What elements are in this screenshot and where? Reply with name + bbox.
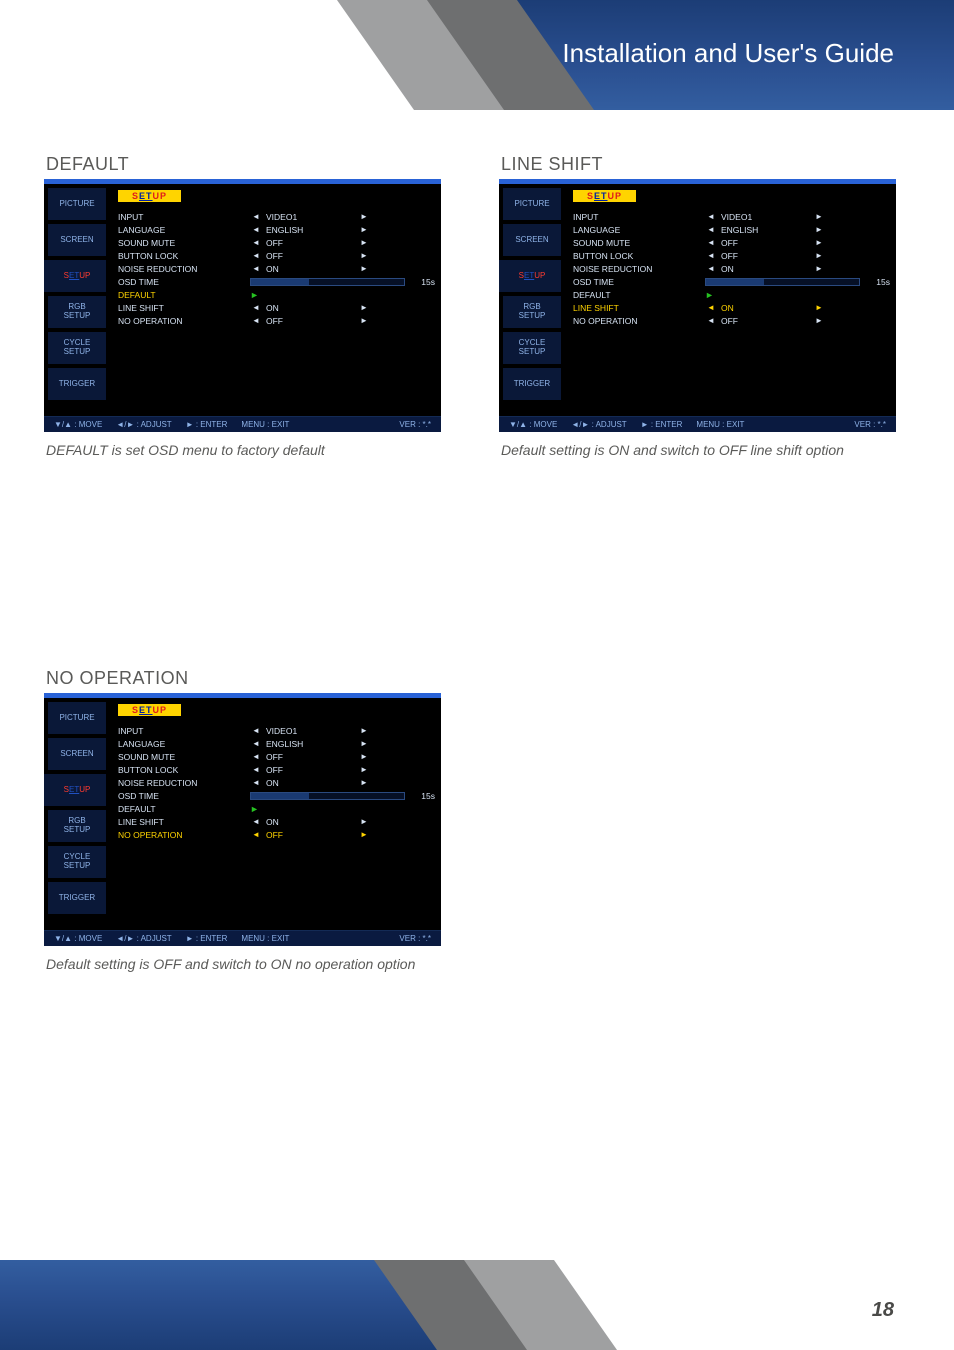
menu-item-osd_time[interactable]: OSD TIME15s — [118, 789, 435, 802]
menu-item-noise[interactable]: NOISE REDUCTION◄ON► — [118, 262, 435, 275]
menu-item-osd_time[interactable]: OSD TIME15s — [118, 275, 435, 288]
section-noop: NO OPERATION PICTURE SCREEN SETUP RGBSETUP C… — [44, 668, 455, 972]
tab-rgb-setup[interactable]: RGBSETUP — [48, 296, 106, 328]
tab-rgb-setup[interactable]: RGBSETUP — [48, 810, 106, 842]
hint-enter: ► : ENTER — [186, 934, 228, 943]
tab-cycle-setup[interactable]: CYCLESETUP — [48, 332, 106, 364]
header-title: Installation and User's Guide — [562, 38, 894, 69]
section-title: NO OPERATION — [46, 668, 455, 689]
tab-setup[interactable]: SETUP — [48, 260, 106, 292]
hint-menu: MENU : EXIT — [241, 420, 289, 429]
section-default: DEFAULT PICTURE SCREEN SETUP RGBSETUP CYCLES… — [44, 154, 455, 458]
hint-menu: MENU : EXIT — [241, 934, 289, 943]
menu-item-osd_time[interactable]: OSD TIME15s — [573, 275, 890, 288]
osd-footer: ▼/▲ : MOVE ◄/► : ADJUST ► : ENTER MENU : EX… — [44, 930, 441, 946]
osd-screenshot-noop: PICTURE SCREEN SETUP RGBSETUP CYCLESETUP TRIG… — [44, 693, 441, 946]
tab-screen[interactable]: SCREEN — [48, 224, 106, 256]
section-title: DEFAULT — [46, 154, 455, 175]
osd-screenshot-default: PICTURE SCREEN SETUP RGBSETUP CYCLESETUP TRIG… — [44, 179, 441, 432]
osd-time-slider[interactable] — [250, 278, 405, 286]
osd-time-slider[interactable] — [705, 278, 860, 286]
menu-item-input[interactable]: INPUT◄VIDEO1► — [118, 210, 435, 223]
hint-enter: ► : ENTER — [641, 420, 683, 429]
menu-item-no_op[interactable]: NO OPERATION◄OFF► — [118, 828, 435, 841]
menu-item-language[interactable]: LANGUAGE◄ENGLISH► — [573, 223, 890, 236]
section-lineshift: LINE SHIFT PICTURE SCREEN SETUP RGBSETUP CYC… — [499, 154, 910, 458]
tab-setup[interactable]: SETUP — [503, 260, 561, 292]
menu-item-default[interactable]: DEFAULT► — [573, 288, 890, 301]
tab-screen[interactable]: SCREEN — [48, 738, 106, 770]
tab-picture[interactable]: PICTURE — [48, 188, 106, 220]
hint-adjust: ◄/► : ADJUST — [571, 420, 626, 429]
content-grid: DEFAULT PICTURE SCREEN SETUP RGBSETUP CYCLES… — [0, 110, 954, 1012]
page-header: Installation and User's Guide — [0, 0, 954, 110]
setup-pill: SETUP — [118, 190, 181, 202]
menu-item-sound_mute[interactable]: SOUND MUTE◄OFF► — [118, 750, 435, 763]
osd-footer: ▼/▲ : MOVE ◄/► : ADJUST ► : ENTER MENU : EX… — [44, 416, 441, 432]
osd-pane: SETUP INPUT◄VIDEO1►LANGUAGE◄ENGLISH►SOUND… — [106, 184, 441, 416]
osd-footer: ▼/▲ : MOVE ◄/► : ADJUST ► : ENTER MENU : EX… — [499, 416, 896, 432]
tab-picture[interactable]: PICTURE — [503, 188, 561, 220]
setup-pill: SETUP — [573, 190, 636, 202]
menu-item-input[interactable]: INPUT◄VIDEO1► — [573, 210, 890, 223]
tab-cycle-setup[interactable]: CYCLESETUP — [503, 332, 561, 364]
menu-item-line_shift[interactable]: LINE SHIFT◄ON► — [118, 301, 435, 314]
page-number: 18 — [872, 1299, 894, 1322]
hint-move: ▼/▲ : MOVE — [54, 420, 102, 429]
osd-tabs: PICTURE SCREEN SETUP RGBSETUP CYCLESETUP TRIG… — [499, 184, 561, 416]
menu-item-default[interactable]: DEFAULT► — [118, 802, 435, 815]
section-caption: Default setting is ON and switch to OFF … — [501, 442, 910, 458]
section-caption: Default setting is OFF and switch to ON … — [46, 956, 455, 972]
menu-item-button_lock[interactable]: BUTTON LOCK◄OFF► — [573, 249, 890, 262]
menu-item-input[interactable]: INPUT◄VIDEO1► — [118, 724, 435, 737]
menu-item-line_shift[interactable]: LINE SHIFT◄ON► — [573, 301, 890, 314]
hint-move: ▼/▲ : MOVE — [509, 420, 557, 429]
hint-move: ▼/▲ : MOVE — [54, 934, 102, 943]
tab-trigger[interactable]: TRIGGER — [503, 368, 561, 400]
tab-trigger[interactable]: TRIGGER — [48, 882, 106, 914]
osd-tabs: PICTURE SCREEN SETUP RGBSETUP CYCLESETUP TRIG… — [44, 184, 106, 416]
hint-adjust: ◄/► : ADJUST — [116, 420, 171, 429]
hint-enter: ► : ENTER — [186, 420, 228, 429]
menu-item-sound_mute[interactable]: SOUND MUTE◄OFF► — [118, 236, 435, 249]
menu-item-language[interactable]: LANGUAGE◄ENGLISH► — [118, 223, 435, 236]
hint-adjust: ◄/► : ADJUST — [116, 934, 171, 943]
menu-item-language[interactable]: LANGUAGE◄ENGLISH► — [118, 737, 435, 750]
setup-pill: SETUP — [118, 704, 181, 716]
osd-tabs: PICTURE SCREEN SETUP RGBSETUP CYCLESETUP TRIG… — [44, 698, 106, 930]
osd-pane: SETUP INPUT◄VIDEO1►LANGUAGE◄ENGLISH►SOUND… — [106, 698, 441, 930]
menu-item-no_op[interactable]: NO OPERATION◄OFF► — [118, 314, 435, 327]
footer-bands — [0, 1260, 954, 1350]
menu-item-line_shift[interactable]: LINE SHIFT◄ON► — [118, 815, 435, 828]
hint-ver: VER : *.* — [854, 420, 886, 429]
hint-menu: MENU : EXIT — [696, 420, 744, 429]
menu-item-noise[interactable]: NOISE REDUCTION◄ON► — [118, 776, 435, 789]
osd-screenshot-lineshift: PICTURE SCREEN SETUP RGBSETUP CYCLESETUP TRIG… — [499, 179, 896, 432]
menu-item-noise[interactable]: NOISE REDUCTION◄ON► — [573, 262, 890, 275]
menu-item-no_op[interactable]: NO OPERATION◄OFF► — [573, 314, 890, 327]
section-caption: DEFAULT is set OSD menu to factory defau… — [46, 442, 455, 458]
menu-item-default[interactable]: DEFAULT► — [118, 288, 435, 301]
osd-pane: SETUP INPUT◄VIDEO1►LANGUAGE◄ENGLISH►SOUND… — [561, 184, 896, 416]
hint-ver: VER : *.* — [399, 934, 431, 943]
menu-item-button_lock[interactable]: BUTTON LOCK◄OFF► — [118, 763, 435, 776]
tab-screen[interactable]: SCREEN — [503, 224, 561, 256]
hint-ver: VER : *.* — [399, 420, 431, 429]
page-footer: 18 — [0, 1260, 954, 1350]
tab-setup[interactable]: SETUP — [48, 774, 106, 806]
section-title: LINE SHIFT — [501, 154, 910, 175]
tab-rgb-setup[interactable]: RGBSETUP — [503, 296, 561, 328]
tab-cycle-setup[interactable]: CYCLESETUP — [48, 846, 106, 878]
menu-item-button_lock[interactable]: BUTTON LOCK◄OFF► — [118, 249, 435, 262]
menu-item-sound_mute[interactable]: SOUND MUTE◄OFF► — [573, 236, 890, 249]
tab-picture[interactable]: PICTURE — [48, 702, 106, 734]
tab-trigger[interactable]: TRIGGER — [48, 368, 106, 400]
osd-time-slider[interactable] — [250, 792, 405, 800]
